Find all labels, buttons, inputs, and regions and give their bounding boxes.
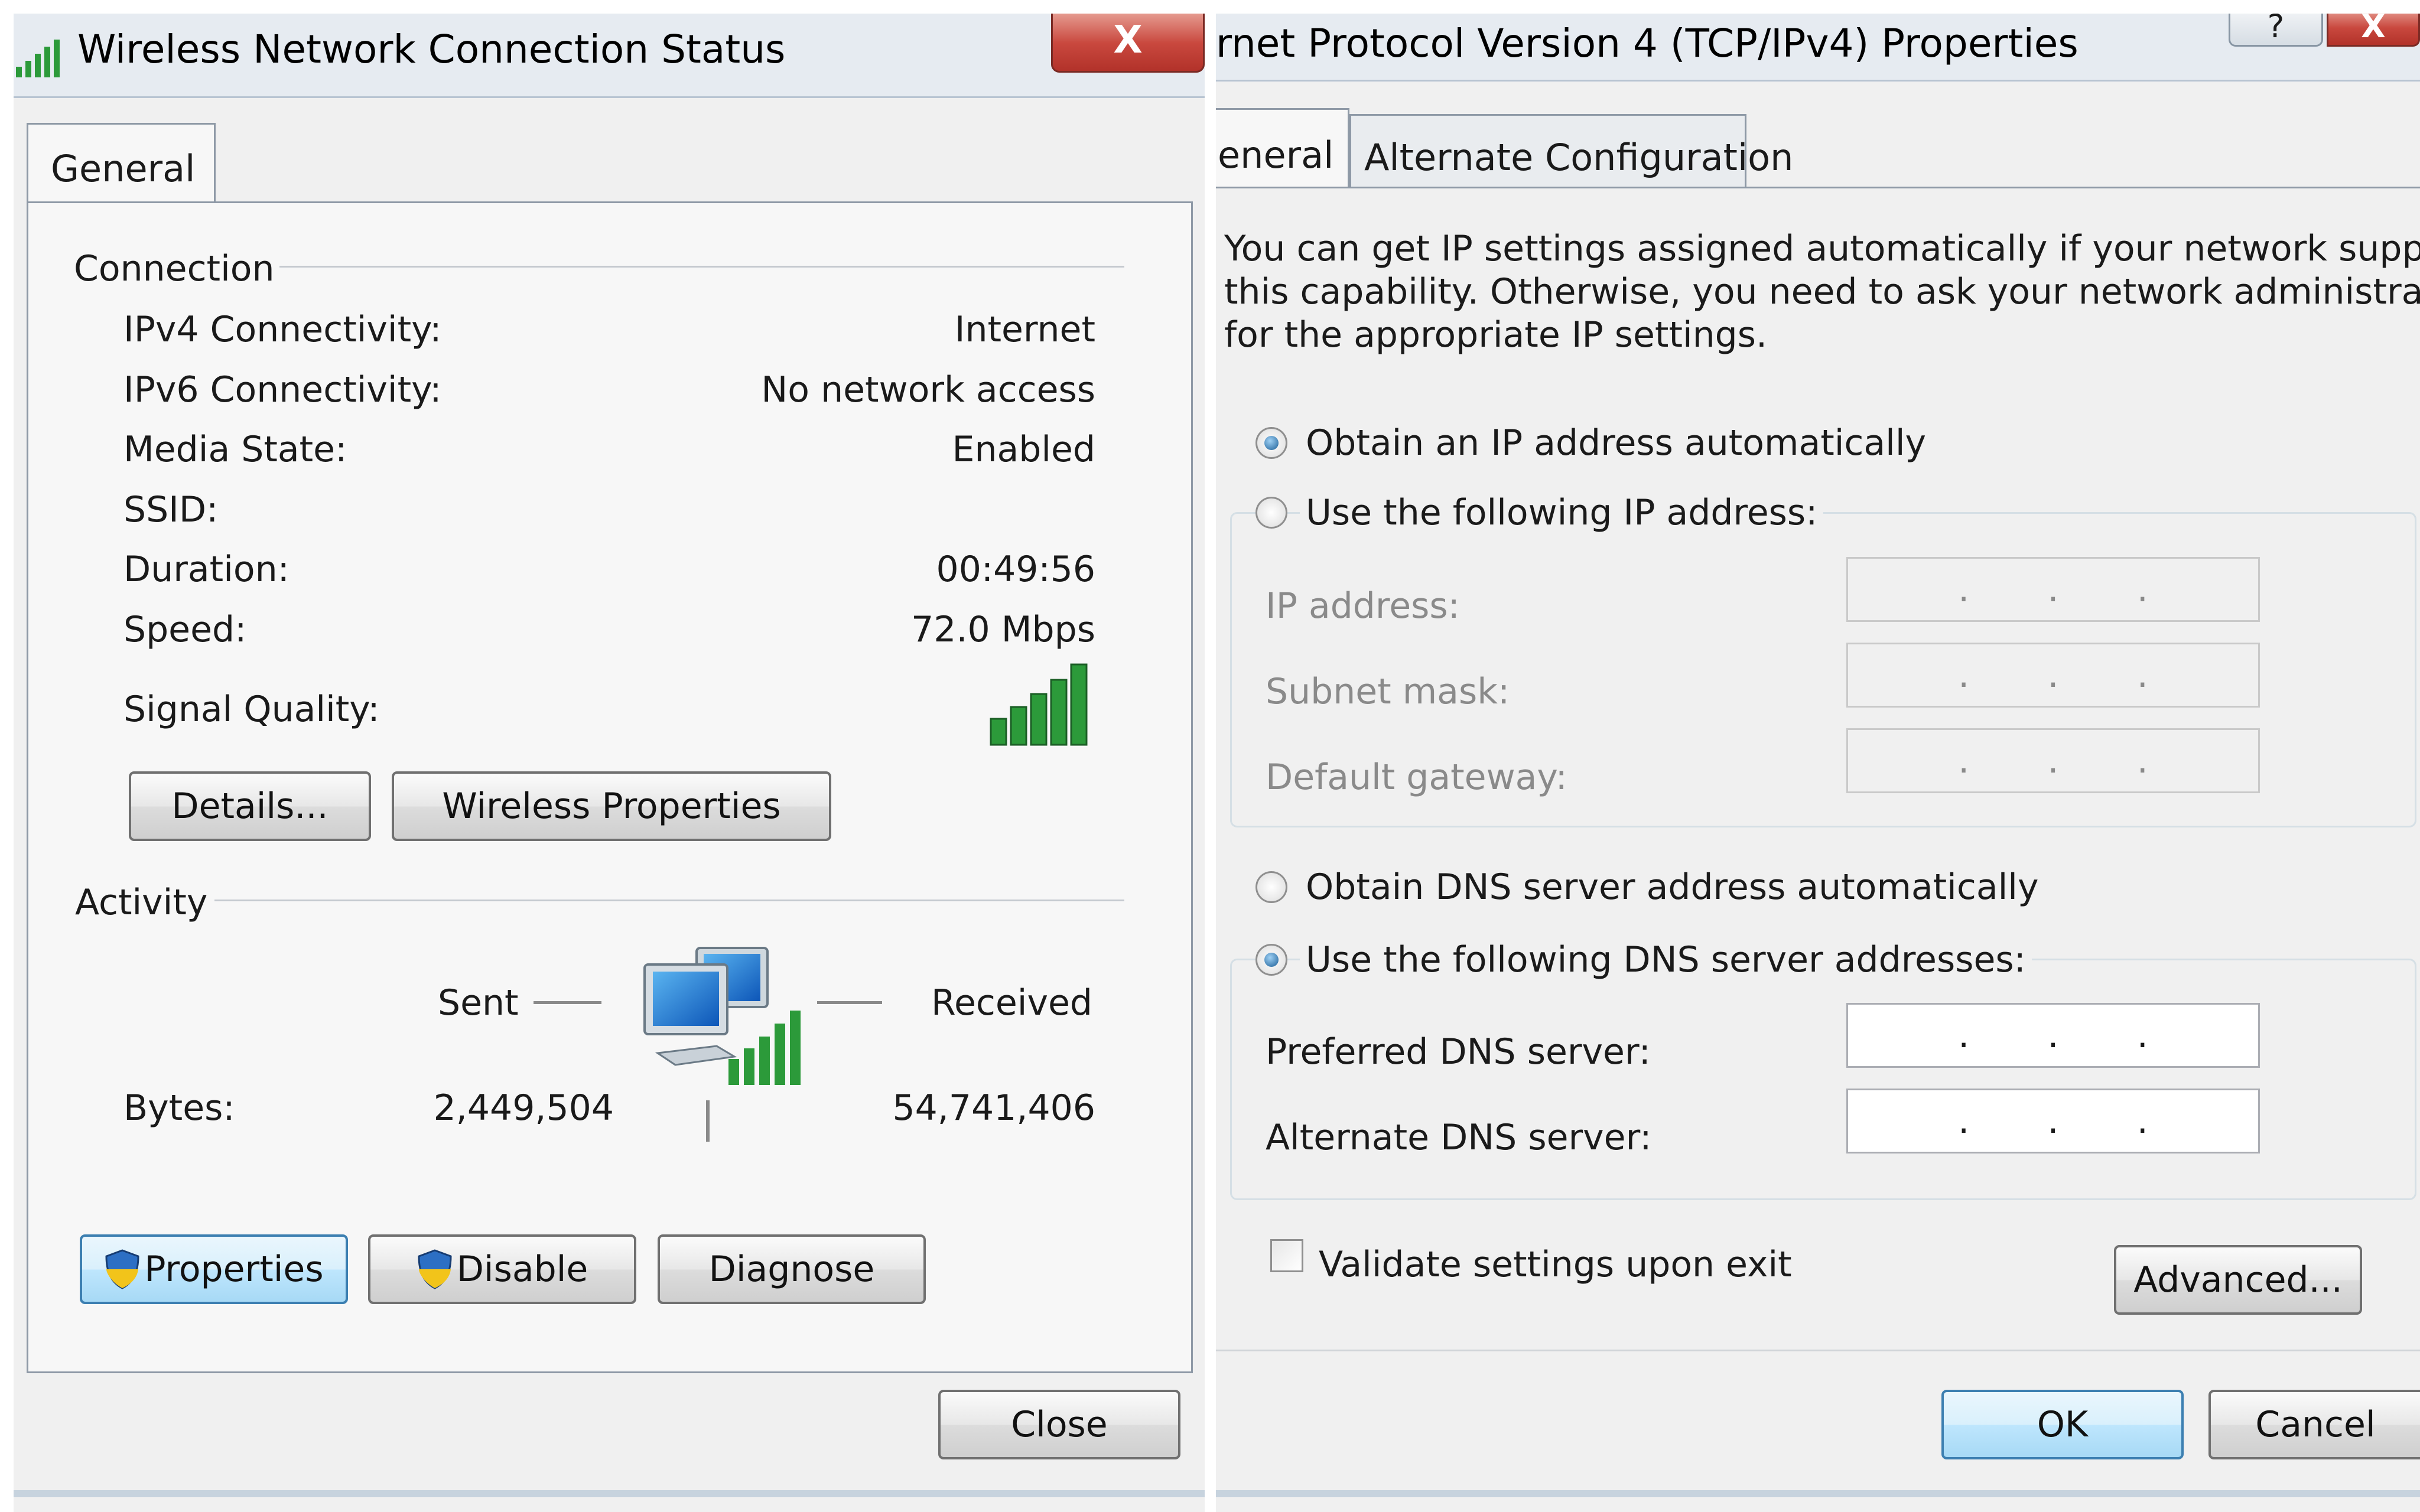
status-dialog-bottom-edge <box>14 1490 1205 1497</box>
signal-quality-icon <box>990 663 1088 746</box>
validate-settings-label: Validate settings upon exit <box>1319 1244 1792 1285</box>
signal-quality-label: Signal Quality: <box>123 689 380 730</box>
ok-button[interactable]: OK <box>1941 1390 2184 1459</box>
received-label: Received <box>931 982 1092 1024</box>
connection-divider <box>279 266 1124 268</box>
default-gateway-label: Default gateway: <box>1266 757 1567 798</box>
button-area-divider <box>1216 1350 2420 1351</box>
dns-server-group <box>1230 959 2416 1200</box>
use-following-dns-label: Use the following DNS server addresses: <box>1300 939 2032 980</box>
received-line <box>817 1001 882 1004</box>
close-icon: X <box>2361 14 2386 45</box>
tab-alternate-configuration[interactable]: Alternate Configuration <box>1349 114 1793 188</box>
bytes-sent-value: 2,449,504 <box>433 1087 614 1129</box>
tab-alternate-configuration-label: Alternate Configuration <box>1364 136 1794 179</box>
obtain-dns-auto-label: Obtain DNS server address automatically <box>1306 866 2039 908</box>
media-state-value: Enabled <box>952 429 1095 470</box>
obtain-ip-auto-label: Obtain an IP address automatically <box>1306 422 1927 464</box>
ssid-label: SSID: <box>123 489 219 530</box>
ip-address-label: IP address: <box>1266 585 1460 627</box>
activity-divider <box>214 900 1124 901</box>
close-icon: X <box>1113 18 1143 62</box>
media-state-label: Media State: <box>123 429 347 470</box>
preferred-dns-field[interactable]: ... <box>1846 1003 2260 1068</box>
preferred-dns-label: Preferred DNS server: <box>1266 1031 1651 1073</box>
connection-status-dialog: Wireless Network Connection Status X Gen… <box>14 14 1205 1512</box>
disable-button[interactable]: Disable <box>368 1234 636 1304</box>
obtain-dns-auto-radio[interactable] <box>1255 871 1287 903</box>
status-title-bar: Wireless Network Connection Status X <box>14 14 1205 98</box>
subnet-mask-label: Subnet mask: <box>1266 671 1510 712</box>
description-line: this capability. Otherwise, you need to … <box>1224 271 2420 312</box>
bytes-label: Bytes: <box>123 1087 235 1129</box>
description-line: You can get IP settings assigned automat… <box>1224 228 2420 269</box>
uac-shield-icon <box>418 1249 452 1289</box>
ip-address-field[interactable]: ... <box>1846 557 2260 622</box>
tab-general[interactable]: General <box>27 123 216 203</box>
ip-settings-description: You can get IP settings assigned automat… <box>1224 227 2420 357</box>
sent-line <box>534 1001 601 1004</box>
duration-label: Duration: <box>123 549 290 590</box>
close-button[interactable]: Close <box>938 1390 1180 1459</box>
ipv4-connectivity-label: IPv4 Connectivity: <box>123 309 442 350</box>
properties-button-label: Properties <box>144 1249 324 1290</box>
speed-label: Speed: <box>123 609 247 650</box>
title-help-button[interactable]: ? <box>2229 14 2323 47</box>
tab-general[interactable]: eneral <box>1216 108 1349 188</box>
wireless-properties-button[interactable]: Wireless Properties <box>392 771 831 841</box>
duration-value: 00:49:56 <box>936 549 1095 590</box>
validate-settings-checkbox[interactable] <box>1270 1239 1303 1272</box>
help-icon: ? <box>2267 14 2285 45</box>
obtain-ip-auto-radio[interactable] <box>1255 427 1287 459</box>
title-close-button[interactable]: X <box>2327 14 2420 47</box>
description-line: for the appropriate IP settings. <box>1224 314 1768 356</box>
details-button[interactable]: Details... <box>129 771 371 841</box>
properties-button[interactable]: Properties <box>80 1234 348 1304</box>
ipv4-properties-dialog: rnet Protocol Version 4 (TCP/IPv4) Prope… <box>1216 14 2420 1512</box>
network-computers-icon <box>643 947 801 1085</box>
tab-general-label: eneral <box>1218 133 1334 177</box>
subnet-mask-field[interactable]: ... <box>1846 643 2260 708</box>
status-dialog-title: Wireless Network Connection Status <box>77 27 786 72</box>
ipv6-connectivity-label: IPv6 Connectivity: <box>123 369 442 410</box>
default-gateway-field[interactable]: ... <box>1846 728 2260 793</box>
signal-strength-icon <box>16 40 60 77</box>
tab-strip-border <box>1216 187 2420 188</box>
ipv4-dialog-title: rnet Protocol Version 4 (TCP/IPv4) Prope… <box>1216 21 2079 66</box>
ipv4-connectivity-value: Internet <box>954 309 1095 350</box>
use-following-ip-label: Use the following IP address: <box>1300 492 1824 533</box>
use-following-dns-radio[interactable] <box>1255 944 1287 976</box>
cancel-button[interactable]: Cancel <box>2208 1390 2420 1459</box>
uac-shield-icon <box>105 1249 139 1289</box>
bytes-received-value: 54,741,406 <box>892 1087 1095 1129</box>
tab-general-label: General <box>51 147 196 190</box>
speed-value: 72.0 Mbps <box>911 609 1095 650</box>
ipv4-title-bar: rnet Protocol Version 4 (TCP/IPv4) Prope… <box>1216 14 2420 82</box>
advanced-button[interactable]: Advanced... <box>2114 1245 2362 1315</box>
disable-button-label: Disable <box>456 1249 588 1290</box>
activity-separator <box>706 1100 710 1142</box>
use-following-ip-radio[interactable] <box>1255 497 1287 529</box>
sent-label: Sent <box>438 982 519 1024</box>
alternate-dns-label: Alternate DNS server: <box>1266 1117 1652 1158</box>
ipv4-dialog-bottom-edge <box>1216 1490 2420 1497</box>
connection-heading: Connection <box>74 248 275 289</box>
ipv6-connectivity-value: No network access <box>761 369 1095 410</box>
activity-heading: Activity <box>75 882 208 923</box>
title-close-button[interactable]: X <box>1051 14 1205 73</box>
alternate-dns-field[interactable]: ... <box>1846 1089 2260 1153</box>
diagnose-button[interactable]: Diagnose <box>658 1234 926 1304</box>
